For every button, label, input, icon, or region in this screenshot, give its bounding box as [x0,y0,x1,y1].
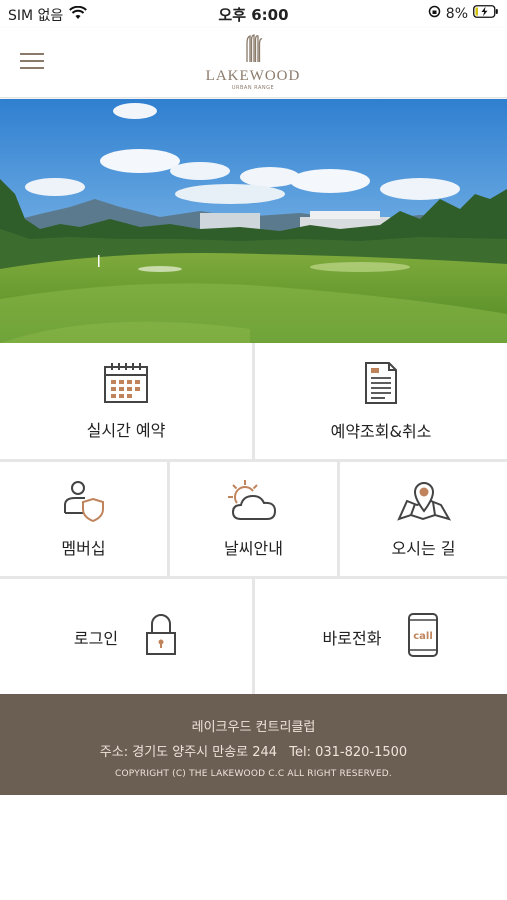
hamburger-menu-icon[interactable] [18,50,46,72]
menu-reservation-lookup-cancel[interactable]: 예약조회&취소 [255,343,507,459]
footer-contact: 주소: 경기도 양주시 만송로 244 Tel: 031-820-1500 [0,741,507,760]
lock-icon [144,613,178,661]
menu-label: 바로전화 [322,628,382,648]
menu-membership[interactable]: 멤버십 [0,462,167,576]
menu-label: 날씨안내 [224,539,283,558]
menu-grid: 실시간 예약 예약조회&취소 멤버십 날씨안내 오시는 길 로그인 바로전화 c… [0,343,507,694]
menu-directions[interactable]: 오시는 길 [340,462,507,576]
menu-direct-call[interactable]: 바로전화 call [255,579,507,694]
footer-club-name: 레이크우드 컨트리클럽 [191,720,316,735]
menu-weather[interactable]: 날씨안내 [170,462,337,576]
footer-address: 주소: 경기도 양주시 만송로 244 [99,745,278,760]
weather-sun-cloud-icon [227,479,281,527]
svg-text:call: call [414,631,434,642]
menu-label: 멤버십 [61,539,106,558]
battery-charging-icon [473,5,499,22]
phone-call-icon: call [407,612,439,661]
menu-label: 오시는 길 [391,539,456,558]
hero-golf-course-image [0,99,507,343]
footer: 레이크우드 컨트리클럽 주소: 경기도 양주시 만송로 244 Tel: 031… [0,694,507,795]
battery-percent: 8% [445,5,468,22]
footer-tel[interactable]: Tel: 031-820-1500 [289,745,407,760]
menu-label: 예약조회&취소 [330,422,432,441]
lakewood-logo[interactable]: LAKEWOOD URBAN RANGE [203,34,303,92]
status-bar: SIM 없음 오후 6:00 8% [0,0,507,28]
footer-copyright: COPYRIGHT (C) THE LAKEWOOD C.C ALL RIGHT… [115,769,392,779]
menu-login[interactable]: 로그인 [0,579,252,694]
map-pin-icon [396,479,451,527]
logo-name: LAKEWOOD [205,68,301,84]
member-shield-icon [61,479,107,527]
logo-mark-icon [246,34,263,62]
app-header: LAKEWOOD URBAN RANGE [0,28,507,98]
menu-label: 실시간 예약 [86,421,166,440]
document-icon [361,360,401,410]
status-right: 8% [428,5,499,22]
menu-realtime-reservation[interactable]: 실시간 예약 [0,343,252,459]
logo-subtitle: URBAN RANGE [231,85,275,91]
orientation-lock-icon [428,5,441,22]
menu-label: 로그인 [73,628,119,648]
calendar-icon [102,361,150,409]
